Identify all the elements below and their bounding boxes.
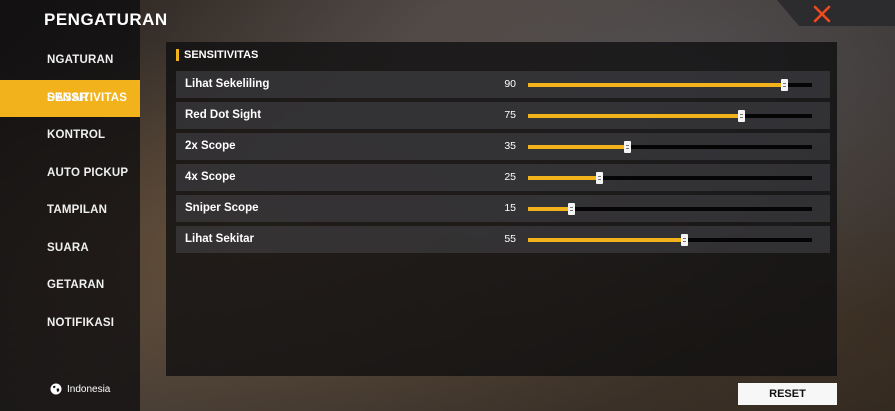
sensitivity-row-sniper-scope: Sniper Scope 15 <box>176 195 830 222</box>
sidebar-menu: NGATURAN DASAR SENSITIVITAS KONTROL AUTO… <box>0 42 140 342</box>
sidebar-title: PENGATURAN <box>44 10 168 29</box>
sensitivity-row-lihat-sekeliling: Lihat Sekeliling 90 <box>176 71 830 98</box>
sensitivity-rows: Lihat Sekeliling 90 Red Dot Sight 75 2x … <box>176 71 830 257</box>
row-label: Red Dot Sight <box>185 109 262 121</box>
sensitivity-panel: SENSITIVITAS Lihat Sekeliling 90 Red Dot… <box>166 42 837 376</box>
sidebar-item-auto-pickup[interactable]: AUTO PICKUP <box>0 155 140 193</box>
row-label: 4x Scope <box>185 171 236 183</box>
close-icon[interactable] <box>812 4 832 24</box>
slider-fill <box>528 176 599 180</box>
sidebar-item-notifikasi[interactable]: NOTIFIKASI <box>0 305 140 343</box>
close-tab <box>777 0 895 26</box>
slider-fill <box>528 114 741 118</box>
sensitivity-row-2x-scope: 2x Scope 35 <box>176 133 830 160</box>
sidebar-item-suara[interactable]: SUARA <box>0 230 140 268</box>
row-value: 75 <box>504 109 516 121</box>
header-accent-bar <box>176 49 179 61</box>
sidebar-item-tampilan[interactable]: TAMPILAN <box>0 192 140 230</box>
row-value: 35 <box>504 140 516 152</box>
slider-fill <box>528 207 571 211</box>
sensitivity-row-lihat-sekitar: Lihat Sekitar 55 <box>176 226 830 253</box>
sidebar-item-kontrol[interactable]: KONTROL <box>0 117 140 155</box>
slider-fill <box>528 238 685 242</box>
slider-thumb[interactable] <box>681 234 689 246</box>
sensitivity-row-4x-scope: 4x Scope 25 <box>176 164 830 191</box>
sensitivity-slider[interactable] <box>528 110 812 122</box>
language-label: Indonesia <box>67 383 111 395</box>
sensitivity-row-red-dot-sight: Red Dot Sight 75 <box>176 102 830 129</box>
sensitivity-slider[interactable] <box>528 79 812 91</box>
row-label: Sniper Scope <box>185 202 259 214</box>
sidebar-item-getaran[interactable]: GETARAN <box>0 267 140 305</box>
row-label: Lihat Sekeliling <box>185 78 270 90</box>
slider-fill <box>528 83 784 87</box>
slider-thumb[interactable] <box>596 172 603 184</box>
reset-button[interactable]: RESET <box>738 383 837 405</box>
row-label: Lihat Sekitar <box>185 233 255 245</box>
row-value: 55 <box>504 233 516 245</box>
slider-thumb[interactable] <box>567 203 575 215</box>
panel-title: SENSITIVITAS <box>184 49 259 61</box>
panel-header: SENSITIVITAS <box>176 49 258 61</box>
sidebar: PENGATURAN NGATURAN DASAR SENSITIVITAS K… <box>0 0 167 411</box>
sensitivity-slider[interactable] <box>528 141 812 153</box>
slider-fill <box>528 145 628 149</box>
row-value: 90 <box>504 78 516 90</box>
slider-thumb[interactable] <box>780 79 788 91</box>
row-value: 25 <box>504 171 516 183</box>
slider-thumb[interactable] <box>738 110 745 122</box>
globe-icon <box>50 383 62 395</box>
sidebar-item-ngaturan-dasar[interactable]: NGATURAN DASAR <box>0 42 140 104</box>
sensitivity-slider[interactable] <box>528 172 812 184</box>
slider-thumb[interactable] <box>624 141 632 153</box>
row-value: 15 <box>504 202 516 214</box>
sensitivity-slider[interactable] <box>528 234 812 246</box>
row-label: 2x Scope <box>185 140 236 152</box>
language-selector[interactable]: Indonesia <box>50 383 110 395</box>
sensitivity-slider[interactable] <box>528 203 812 215</box>
sidebar-item-sensitivitas[interactable]: SENSITIVITAS <box>0 79 140 117</box>
